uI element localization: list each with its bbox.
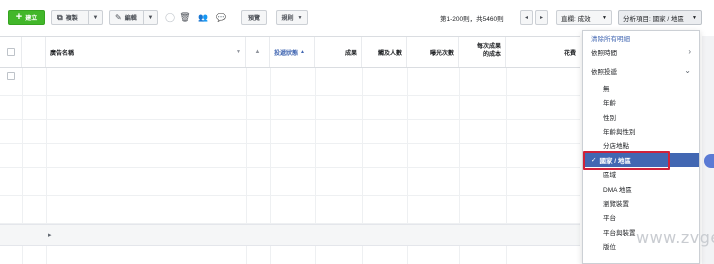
prev-page-button[interactable]: ◂ — [520, 10, 533, 25]
menu-item-label: 區域 — [603, 172, 616, 179]
chevron-down-icon: ▼ — [297, 14, 303, 21]
create-label: 建立 — [25, 16, 38, 22]
menu-section-by-delivery[interactable]: 依照投遞 ⌄ — [583, 64, 699, 78]
toggle-icon[interactable]: ◯ — [164, 10, 176, 25]
next-page-button[interactable]: ▸ — [535, 10, 548, 25]
copy-icon: ⧉ — [57, 12, 63, 22]
menu-item-age-and-gender[interactable]: 年齡與性別 — [583, 124, 699, 138]
clear-all-label: 清除所有明細 — [591, 36, 630, 43]
chevron-down-icon: ▼ — [602, 14, 607, 21]
copy-label: 複製 — [65, 16, 78, 22]
table-header: 廣告名稱 ▼ ▲ 投遞狀態 ▲ 成果 觸及人數 曝光次數 每次成果 的成本 花費 — [0, 36, 580, 68]
menu-item-none[interactable]: 無 — [583, 81, 699, 95]
table-row[interactable] — [0, 144, 580, 168]
select-all-cell — [0, 37, 22, 67]
clear-all-breakdowns[interactable]: 清除所有明細 — [583, 31, 699, 45]
menu-section-by-time[interactable]: 依照時間 › — [583, 45, 699, 59]
menu-item-label: 年齡與性別 — [603, 129, 636, 136]
toggle-column-header — [22, 37, 46, 67]
menu-item-label: DMA 地區 — [603, 187, 632, 194]
menu-item-platform[interactable]: 平台 — [583, 210, 699, 224]
menu-item-store-location[interactable]: 分店地點 — [583, 138, 699, 152]
table-row[interactable] — [0, 96, 580, 120]
menu-item-label: 瀏覽裝置 — [603, 201, 629, 208]
copy-button[interactable]: ⧉ 複製 ▼ — [51, 10, 103, 25]
warning-icon: ▲ — [246, 37, 270, 67]
column-header-cost-per-result[interactable]: 每次成果 的成本 — [459, 37, 506, 67]
by-time-label: 依照時間 — [591, 50, 617, 57]
menu-item-label: 性別 — [603, 115, 616, 122]
row-checkbox[interactable] — [7, 72, 15, 80]
column-header-impressions[interactable]: 曝光次數 — [407, 37, 459, 67]
menu-item-label: 版位 — [603, 244, 616, 251]
cost-per-result-label-1: 每次成果 — [476, 44, 501, 51]
plus-icon: + — [15, 11, 23, 23]
column-header-ad-name[interactable]: 廣告名稱 ▼ — [46, 37, 246, 67]
rules-label: 規則 — [281, 16, 294, 22]
results-header-label: 成果 — [344, 50, 357, 57]
chevron-right-icon: ▸ — [539, 15, 543, 21]
create-button[interactable]: + 建立 — [8, 10, 45, 25]
menu-item-label: 無 — [603, 86, 610, 93]
pencil-icon: ✎ — [115, 13, 122, 22]
chevron-right-icon: › — [688, 47, 691, 56]
comment-icon[interactable]: 💬 — [214, 10, 228, 25]
sort-icon: ▼ — [236, 49, 241, 55]
menu-item-impression-device[interactable]: 瀏覽裝置 — [583, 196, 699, 210]
reach-header-label: 觸及人數 — [377, 50, 402, 57]
pager-text: 第1-200則，共5460則 — [440, 16, 504, 23]
menu-item-label: 分店地點 — [603, 143, 629, 150]
chevron-down-icon: ▼ — [692, 14, 697, 21]
ad-name-header-label: 廣告名稱 — [50, 50, 75, 57]
select-all-checkbox[interactable] — [6, 48, 15, 56]
watermark: www.zvge.cn — [636, 228, 714, 247]
chevron-right-icon[interactable]: ▸ — [48, 231, 52, 239]
users-icon[interactable]: 👥 — [196, 10, 210, 25]
cost-per-result-label-2: 的成本 — [482, 52, 501, 58]
table-row[interactable] — [0, 68, 580, 96]
breakdown-label: 分析項目: 國家 / 地區 — [623, 15, 685, 23]
breakdown-dropdown[interactable]: 分析項目: 國家 / 地區 ▼ — [618, 10, 702, 25]
impressions-header-label: 曝光次數 — [429, 50, 454, 57]
chevron-down-icon[interactable]: ▼ — [88, 11, 102, 24]
sort-asc-icon: ▲ — [300, 49, 305, 55]
rules-button[interactable]: 規則 ▼ — [276, 10, 308, 25]
trash-icon[interactable]: 🗑 — [179, 10, 191, 25]
column-header-spend[interactable]: 花費 — [506, 37, 580, 67]
spend-header-label: 花費 — [563, 50, 576, 57]
help-tab[interactable] — [704, 154, 714, 168]
menu-item-label: 平台與裝置 — [603, 230, 636, 237]
horizontal-scrollbar[interactable]: ▸ — [0, 224, 580, 246]
table-row[interactable] — [0, 168, 580, 196]
chevron-left-icon: ◂ — [524, 15, 528, 21]
by-delivery-label: 依照投遞 — [591, 69, 617, 76]
column-header-results[interactable]: 成果 — [315, 37, 362, 67]
menu-item-label: 年齡 — [603, 100, 616, 107]
menu-item-gender[interactable]: 性別 — [583, 110, 699, 124]
menu-item-age[interactable]: 年齡 — [583, 95, 699, 109]
menu-item-dma-region[interactable]: DMA 地區 — [583, 182, 699, 196]
chevron-down-icon[interactable]: ▼ — [143, 11, 157, 24]
table-row[interactable] — [0, 120, 580, 144]
delivery-header-label: 投遞狀態 — [274, 50, 299, 57]
column-header-reach[interactable]: 觸及人數 — [362, 37, 407, 67]
preview-label: 預覽 — [247, 16, 260, 22]
chevron-down-icon: ⌄ — [684, 66, 691, 75]
ads-table: 廣告名稱 ▼ ▲ 投遞狀態 ▲ 成果 觸及人數 曝光次數 每次成果 的成本 花費 — [0, 36, 580, 264]
edit-button[interactable]: ✎ 編輯 ▼ — [109, 10, 158, 25]
menu-item-label: 平台 — [603, 215, 616, 222]
columns-dropdown[interactable]: 直欄: 成效 ▼ — [556, 10, 612, 25]
column-header-delivery[interactable]: 投遞狀態 ▲ — [270, 37, 315, 67]
table-row[interactable] — [0, 196, 580, 224]
columns-label: 直欄: 成效 — [561, 15, 591, 23]
edit-label: 編輯 — [124, 16, 137, 22]
selection-highlight-box — [583, 151, 670, 170]
preview-button[interactable]: 預覽 — [241, 10, 267, 25]
